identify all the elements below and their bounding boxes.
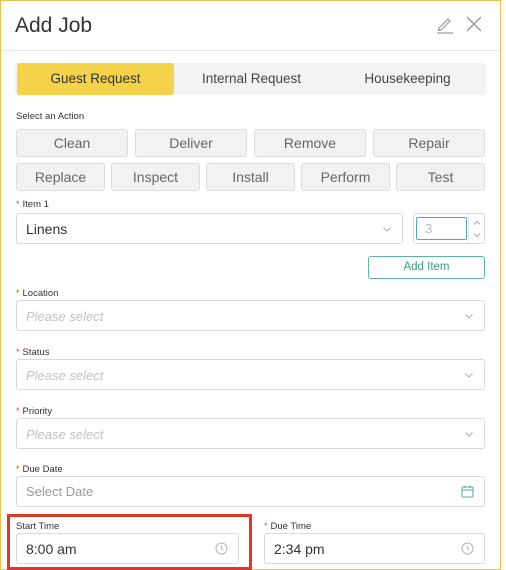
location-label-text: Location — [22, 288, 59, 299]
location-select[interactable]: Please select — [16, 300, 485, 331]
due-date-placeholder: Select Date — [26, 484, 94, 499]
priority-placeholder: Please select — [26, 427, 104, 442]
action-perform-button[interactable]: Perform — [301, 163, 390, 191]
action-test-button[interactable]: Test — [396, 163, 485, 191]
action-clean-button[interactable]: Clean — [16, 129, 128, 157]
due-time-label: * Due Time — [264, 521, 311, 532]
status-select[interactable]: Please select — [16, 359, 485, 390]
required-marker: * — [16, 406, 20, 416]
status-placeholder: Please select — [26, 368, 104, 383]
start-time-highlight — [7, 514, 252, 570]
due-time-picker[interactable]: 2:34 pm — [264, 533, 485, 564]
required-marker: * — [16, 199, 20, 209]
item-label: * Item 1 — [16, 199, 49, 210]
due-date-label-text: Due Date — [22, 464, 63, 475]
increment-icon[interactable] — [473, 219, 481, 227]
priority-select[interactable]: Please select — [16, 418, 485, 449]
action-inspect-button[interactable]: Inspect — [111, 163, 200, 191]
chevron-down-icon — [383, 227, 391, 232]
action-remove-button[interactable]: Remove — [254, 129, 366, 157]
required-marker: * — [264, 521, 268, 531]
required-marker: * — [16, 347, 20, 357]
clock-icon[interactable] — [460, 541, 475, 556]
item-select[interactable]: Linens — [16, 213, 403, 244]
quantity-value: 3 — [425, 221, 433, 236]
due-time-value: 2:34 pm — [274, 541, 325, 557]
calendar-icon[interactable] — [460, 484, 475, 499]
close-icon[interactable] — [464, 13, 484, 35]
action-replace-button[interactable]: Replace — [16, 163, 105, 191]
required-marker: * — [16, 288, 20, 298]
chevron-down-icon — [465, 314, 473, 319]
due-date-picker[interactable]: Select Date — [16, 476, 485, 507]
priority-label: * Priority — [16, 406, 52, 417]
decrement-icon[interactable] — [473, 231, 481, 239]
dialog-header: Add Job — [1, 1, 500, 51]
action-deliver-button[interactable]: Deliver — [135, 129, 247, 157]
due-time-label-text: Due Time — [270, 521, 312, 532]
stepper-arrows — [468, 214, 484, 243]
chevron-down-icon — [465, 432, 473, 437]
action-repair-button[interactable]: Repair — [373, 129, 485, 157]
quantity-stepper[interactable]: 3 — [413, 213, 485, 244]
priority-label-text: Priority — [22, 406, 53, 417]
tab-internal-request[interactable]: Internal Request — [174, 63, 329, 95]
quantity-input[interactable]: 3 — [416, 217, 467, 240]
select-action-label: Select an Action — [16, 111, 85, 122]
required-marker: * — [16, 464, 20, 474]
tab-guest-request[interactable]: Guest Request — [17, 63, 174, 95]
item-label-text: Item 1 — [22, 199, 49, 210]
location-label: * Location — [16, 288, 58, 299]
edit-icon[interactable] — [435, 13, 455, 35]
chevron-down-icon — [465, 373, 473, 378]
action-install-button[interactable]: Install — [206, 163, 295, 191]
add-item-button[interactable]: Add Item — [368, 256, 485, 279]
add-job-dialog: Add Job Guest Request Internal Request H… — [0, 0, 501, 570]
status-label-text: Status — [22, 347, 50, 358]
due-date-label: * Due Date — [16, 464, 63, 475]
dialog-title: Add Job — [15, 14, 93, 37]
item-select-value: Linens — [26, 221, 68, 237]
tab-housekeeping[interactable]: Housekeeping — [329, 63, 486, 95]
status-label: * Status — [16, 347, 49, 358]
location-placeholder: Please select — [26, 309, 104, 324]
request-type-tabs: Guest Request Internal Request Housekeep… — [14, 63, 486, 95]
